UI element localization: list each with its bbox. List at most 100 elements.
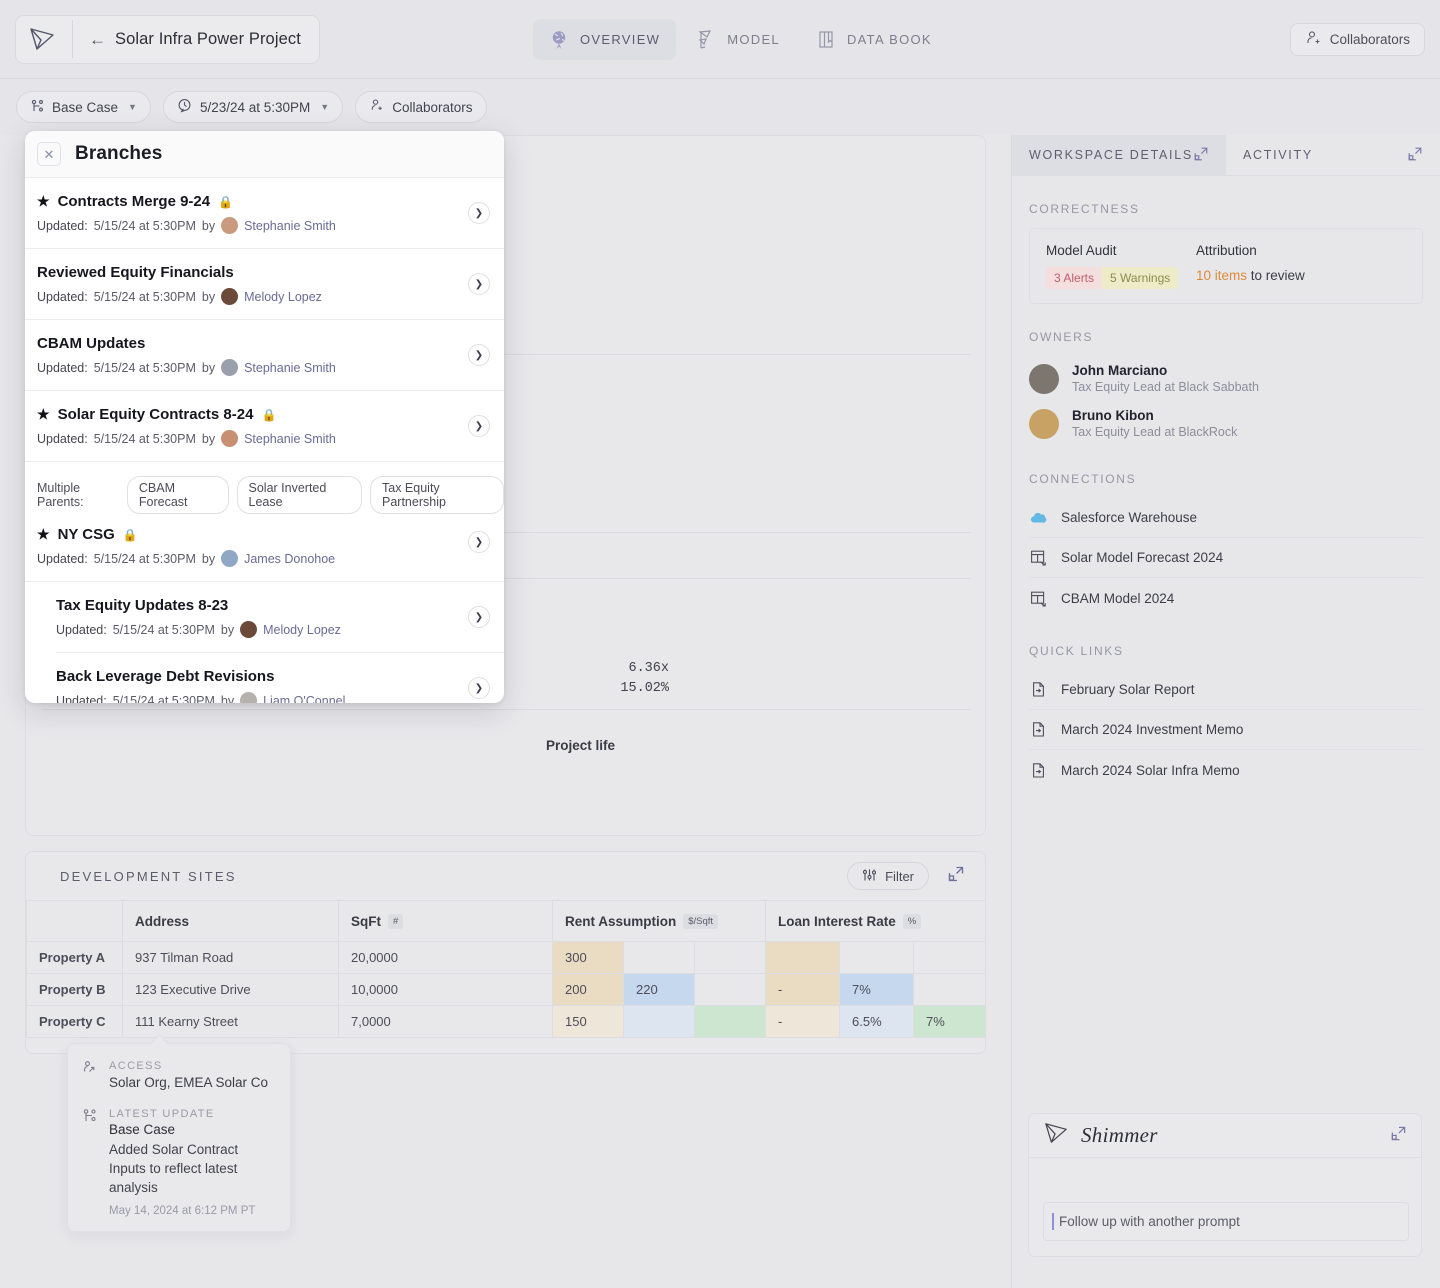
expand-icon[interactable] bbox=[947, 865, 965, 888]
col-header-address[interactable]: Address bbox=[122, 900, 339, 942]
cell-rent-0[interactable]: 300 bbox=[552, 941, 624, 974]
cell-loan-1[interactable] bbox=[839, 941, 914, 974]
quick-link-item-solar-infra-memo[interactable]: March 2024 Solar Infra Memo bbox=[1029, 750, 1423, 790]
divider bbox=[42, 709, 971, 710]
list-item[interactable]: ★ Solar Equity Contracts 8-24 🔒 Updated:… bbox=[25, 391, 504, 462]
cell-rent-2[interactable] bbox=[694, 1005, 766, 1038]
sidebar-tab-activity[interactable]: ACTIVITY bbox=[1226, 135, 1440, 175]
tab-model[interactable]: MODEL bbox=[680, 19, 796, 60]
branch-name: Contracts Merge 9-24 bbox=[57, 193, 211, 210]
page-title: Solar Infra Power Project bbox=[115, 29, 301, 48]
cell-loan-2[interactable] bbox=[913, 941, 985, 974]
cell-loan-0[interactable]: - bbox=[765, 973, 840, 1006]
cell-loan-0[interactable] bbox=[765, 941, 840, 974]
chevron-right-icon[interactable]: ❯ bbox=[468, 606, 490, 628]
cell-rent-0[interactable]: 200 bbox=[552, 973, 624, 1006]
quick-link-item-february-report[interactable]: February Solar Report bbox=[1029, 670, 1423, 710]
parent-pill[interactable]: Tax Equity Partnership bbox=[370, 476, 504, 514]
branch-selector[interactable]: Base Case ▼ bbox=[16, 91, 151, 123]
chevron-right-icon[interactable]: ❯ bbox=[468, 415, 490, 437]
branch-name-row: Reviewed Equity Financials bbox=[37, 264, 504, 281]
updated-time: 5/15/24 at 5:30PM bbox=[93, 551, 196, 566]
correctness-box: Model Audit 3 Alerts 5 Warnings Attributi… bbox=[1029, 228, 1423, 304]
list-item[interactable]: CBAM Updates Updated: 5/15/24 at 5:30PM … bbox=[25, 320, 504, 391]
cell-rent-2[interactable] bbox=[694, 973, 766, 1006]
col-header-sqft[interactable]: SqFt # bbox=[338, 900, 553, 942]
cell-loan-2[interactable] bbox=[913, 973, 985, 1006]
cell-loan-1[interactable]: 6.5% bbox=[839, 1005, 914, 1038]
cell-address[interactable]: 937 Tilman Road bbox=[122, 941, 339, 974]
cell-rent-2[interactable] bbox=[694, 941, 766, 974]
list-item[interactable]: Multiple Parents: CBAM Forecast Solar In… bbox=[25, 462, 504, 582]
parent-pill[interactable]: CBAM Forecast bbox=[126, 476, 229, 514]
version-selector[interactable]: 5/23/24 at 5:30PM ▼ bbox=[162, 91, 344, 123]
owner-item[interactable]: Bruno Kibon Tax Equity Lead at BlackRock bbox=[1012, 401, 1440, 446]
unit-pill: % bbox=[902, 914, 922, 930]
connection-item-solar-model[interactable]: Solar Model Forecast 2024 bbox=[1029, 538, 1423, 578]
branch-meta: Updated: 5/15/24 at 5:30PM by Stephanie … bbox=[37, 217, 504, 234]
shimmer-prompt-input[interactable]: Follow up with another prompt bbox=[1043, 1202, 1409, 1241]
cell-sqft[interactable]: 7,0000 bbox=[338, 1005, 553, 1038]
cell-rent-1[interactable] bbox=[623, 1005, 695, 1038]
lock-icon: 🔒 bbox=[218, 194, 234, 209]
col-header-rent-assumption[interactable]: Rent Assumption $/Sqft bbox=[552, 900, 766, 942]
cell-rent-1[interactable]: 220 bbox=[623, 973, 695, 1006]
row-label: Property A bbox=[26, 941, 123, 974]
owner-item[interactable]: John Marciano Tax Equity Lead at Black S… bbox=[1012, 356, 1440, 401]
chevron-right-icon[interactable]: ❯ bbox=[468, 202, 490, 224]
project-breadcrumb[interactable]: ← Solar Infra Power Project bbox=[15, 14, 320, 64]
connection-item-cbam-model[interactable]: CBAM Model 2024 bbox=[1029, 578, 1423, 618]
clock-edit-icon bbox=[177, 98, 192, 116]
quick-link-label: March 2024 Solar Infra Memo bbox=[1061, 762, 1240, 778]
latest-update-block: LATEST UPDATE Base Case Added Solar Cont… bbox=[82, 1108, 276, 1217]
col-header-loan-interest-rate[interactable]: Loan Interest Rate% bbox=[765, 900, 985, 942]
branches-panel-title: Branches bbox=[75, 143, 163, 164]
cell-sqft[interactable]: 20,0000 bbox=[338, 941, 553, 974]
cell-sqft[interactable]: 10,0000 bbox=[338, 973, 553, 1006]
chevron-right-icon[interactable]: ❯ bbox=[468, 531, 490, 553]
close-icon[interactable]: ✕ bbox=[37, 142, 61, 166]
star-icon: ★ bbox=[37, 406, 50, 422]
parent-pill[interactable]: Solar Inverted Lease bbox=[236, 476, 362, 514]
cell-rent-0[interactable]: 150 bbox=[552, 1005, 624, 1038]
chevron-right-icon[interactable]: ❯ bbox=[468, 677, 490, 699]
alerts-badge[interactable]: 3 Alerts bbox=[1046, 267, 1103, 289]
attribution-count-link[interactable]: 10 items bbox=[1196, 268, 1247, 283]
sidebar-tab-workspace-details[interactable]: WORKSPACE DETAILS bbox=[1012, 135, 1226, 175]
expand-icon[interactable] bbox=[1193, 146, 1209, 165]
chevron-right-icon[interactable]: ❯ bbox=[468, 273, 490, 295]
list-item[interactable]: Reviewed Equity Financials Updated: 5/15… bbox=[25, 249, 504, 320]
cell-address[interactable]: 111 Kearny Street bbox=[122, 1005, 339, 1038]
warnings-badge[interactable]: 5 Warnings bbox=[1102, 267, 1179, 289]
updated-time: 5/15/24 at 5:30PM bbox=[93, 431, 196, 446]
list-item[interactable]: ★ Contracts Merge 9-24 🔒 Updated: 5/15/2… bbox=[25, 178, 504, 249]
avatar bbox=[1029, 408, 1059, 439]
tab-data-book[interactable]: DATA BOOK bbox=[800, 19, 948, 60]
avatar bbox=[221, 288, 239, 305]
expand-icon[interactable] bbox=[1390, 1125, 1407, 1147]
collaborators-chip-label: Collaborators bbox=[392, 99, 473, 115]
model-audit-column: Model Audit 3 Alerts 5 Warnings bbox=[1046, 243, 1196, 289]
list-item[interactable]: Back Leverage Debt Revisions Updated: 5/… bbox=[25, 653, 504, 703]
by-label: by bbox=[201, 218, 216, 233]
back-arrow-icon[interactable]: ← bbox=[89, 31, 106, 48]
quick-link-item-investment-memo[interactable]: March 2024 Investment Memo bbox=[1029, 710, 1423, 750]
tab-overview[interactable]: OVERVIEW bbox=[533, 19, 677, 60]
cell-address[interactable]: 123 Executive Drive bbox=[122, 973, 339, 1006]
access-value: Solar Org, EMEA Solar Co bbox=[109, 1075, 269, 1090]
collaborators-chip[interactable]: Collaborators bbox=[355, 91, 487, 123]
branch-name-row: ★ NY CSG 🔒 bbox=[37, 526, 504, 543]
list-item[interactable]: Tax Equity Updates 8-23 Updated: 5/15/24… bbox=[25, 582, 504, 652]
collaborators-button[interactable]: Collaborators bbox=[1289, 23, 1425, 56]
avatar bbox=[221, 430, 239, 447]
cell-loan-1[interactable]: 7% bbox=[839, 973, 914, 1006]
cell-loan-0[interactable]: - bbox=[765, 1005, 840, 1038]
cell-loan-2[interactable]: 7% bbox=[913, 1005, 985, 1038]
chevron-right-icon[interactable]: ❯ bbox=[468, 344, 490, 366]
connection-item-salesforce[interactable]: Salesforce Warehouse bbox=[1029, 498, 1423, 538]
cell-rent-1[interactable] bbox=[623, 941, 695, 974]
development-sites-table: Address SqFt # Rent Assumption $/Sqft Loan… bbox=[26, 900, 985, 1038]
star-icon: ★ bbox=[37, 526, 50, 542]
filter-button[interactable]: Filter bbox=[847, 862, 929, 890]
expand-icon[interactable] bbox=[1407, 146, 1423, 165]
